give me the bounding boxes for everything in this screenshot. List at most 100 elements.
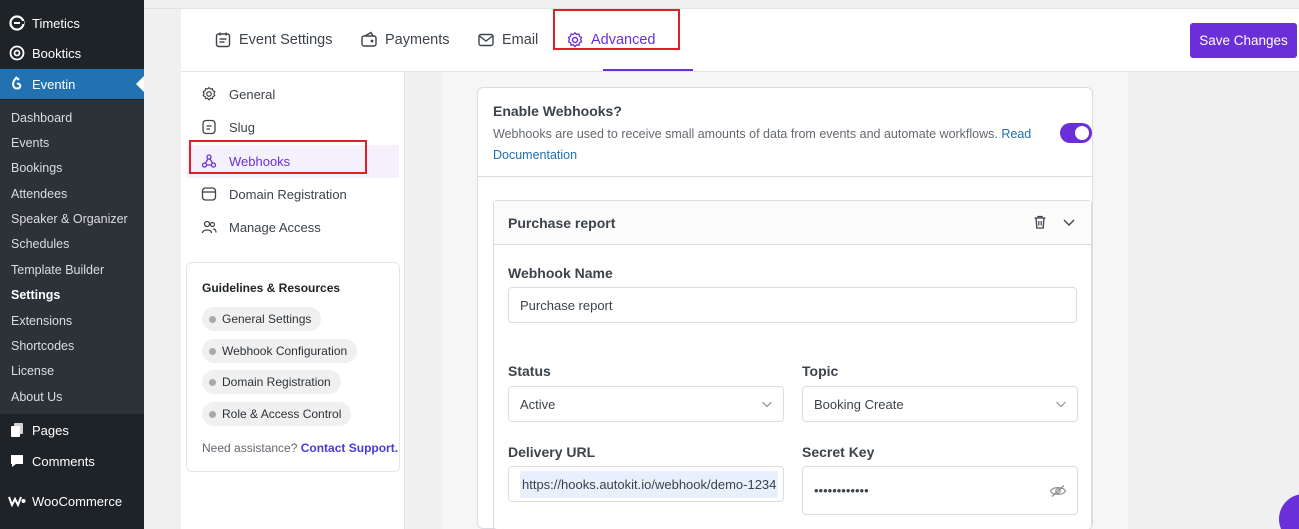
delivery-url-value: https://hooks.autokit.io/webhook/demo-12…: [520, 470, 779, 498]
webhooks-nav-highlight: [189, 140, 367, 174]
chevron-down-icon: [1055, 398, 1067, 410]
submenu-speaker-organizer[interactable]: Speaker & Organizer: [11, 212, 128, 226]
nav-label: Domain Registration: [229, 186, 347, 202]
menu-label: Booktics: [32, 45, 82, 61]
topic-select[interactable]: Booking Create: [802, 386, 1078, 422]
submenu-settings[interactable]: Settings: [11, 288, 60, 302]
tab-email[interactable]: Email: [477, 9, 538, 71]
guidelines-box: Guidelines & Resources General Settings …: [186, 262, 400, 472]
guidelines-title: Guidelines & Resources: [202, 281, 341, 295]
settings-sub-nav: General Slug Webhooks Domain Registratio…: [181, 72, 405, 529]
guide-chip-role-access[interactable]: Role & Access Control: [202, 402, 352, 426]
gear-icon: [201, 86, 217, 102]
webhook-item-header[interactable]: Purchase report: [494, 201, 1091, 245]
enable-webhooks-title: Enable Webhooks?: [493, 103, 622, 119]
submenu-about-us[interactable]: About Us: [11, 390, 62, 404]
eye-off-icon[interactable]: [1049, 484, 1067, 498]
delivery-url-input[interactable]: https://hooks.autokit.io/webhook/demo-12…: [508, 466, 784, 502]
woocommerce-icon: [8, 492, 26, 510]
advanced-tab-highlight: [553, 9, 680, 50]
webhook-item-card: Purchase report Webhook Name Purchase re…: [493, 200, 1092, 529]
comments-icon: [8, 452, 26, 470]
need-assistance: Need assistance? Contact Support.: [202, 441, 398, 455]
status-label: Status: [508, 363, 551, 379]
tab-event-settings[interactable]: Event Settings: [214, 9, 333, 71]
card-divider: [478, 176, 1092, 177]
submenu-shortcodes[interactable]: Shortcodes: [11, 339, 74, 353]
menu-pages[interactable]: Pages: [0, 415, 144, 445]
topic-value: Booking Create: [814, 396, 904, 412]
active-tab-indicator: [603, 69, 693, 71]
submenu-bookings[interactable]: Bookings: [11, 161, 62, 175]
timetics-icon: [8, 14, 26, 32]
status-select[interactable]: Active: [508, 386, 784, 422]
webhook-name-input[interactable]: Purchase report: [508, 287, 1077, 323]
secret-key-label: Secret Key: [802, 444, 875, 460]
enable-webhooks-toggle[interactable]: [1060, 123, 1092, 143]
status-value: Active: [520, 396, 556, 412]
menu-label: Timetics: [32, 15, 80, 31]
nav-label: General: [229, 86, 276, 102]
tab-label: Event Settings: [239, 32, 333, 48]
nav-general[interactable]: General: [201, 83, 275, 105]
contact-support-link[interactable]: Contact Support.: [301, 441, 398, 455]
webhook-name-label: Webhook Name: [508, 265, 613, 281]
chevron-down-icon[interactable]: [1061, 214, 1077, 230]
main-area: Event Settings Payments Email Advanced S…: [144, 0, 1299, 529]
slug-icon: [201, 119, 217, 135]
menu-label: Eventin: [32, 76, 76, 92]
submenu-schedules[interactable]: Schedules: [11, 237, 69, 251]
topic-label: Topic: [802, 363, 839, 379]
webhooks-content: Enable Webhooks? Webhooks are used to re…: [442, 72, 1128, 529]
eventin-submenu: Dashboard Events Bookings Attendees Spea…: [0, 100, 144, 414]
eventin-icon: [8, 75, 26, 93]
payments-icon: [360, 31, 378, 49]
nav-slug[interactable]: Slug: [201, 116, 255, 138]
submenu-template-builder[interactable]: Template Builder: [11, 263, 104, 277]
submenu-extensions[interactable]: Extensions: [11, 314, 72, 328]
guide-chip-general-settings[interactable]: General Settings: [202, 307, 322, 331]
delivery-url-label: Delivery URL: [508, 444, 596, 460]
menu-timetics[interactable]: Timetics: [0, 8, 144, 38]
guide-chip-webhook-configuration[interactable]: Webhook Configuration: [202, 339, 358, 363]
email-icon: [477, 31, 495, 49]
tab-label: Email: [502, 32, 539, 48]
help-text: Need assistance?: [202, 441, 298, 455]
tab-payments[interactable]: Payments: [360, 9, 449, 71]
menu-label: WooCommerce: [32, 493, 123, 509]
menu-woocommerce[interactable]: WooCommerce: [0, 486, 144, 516]
save-changes-button[interactable]: Save Changes: [1190, 23, 1297, 58]
submenu-license[interactable]: License: [11, 364, 54, 378]
nav-label: Manage Access: [229, 219, 321, 235]
menu-eventin[interactable]: Eventin: [0, 69, 144, 99]
nav-label: Slug: [229, 119, 256, 135]
menu-booktics[interactable]: Booktics: [0, 38, 144, 68]
users-icon: [201, 219, 217, 235]
domain-icon: [201, 186, 217, 202]
description-text: Webhooks are used to receive small amoun…: [493, 127, 998, 141]
menu-next-item[interactable]: [0, 515, 144, 529]
tab-label: Payments: [385, 32, 450, 48]
enable-webhooks-description: Webhooks are used to receive small amoun…: [493, 124, 1038, 166]
menu-label: Pages: [32, 422, 69, 438]
submenu-attendees[interactable]: Attendees: [11, 187, 67, 201]
settings-tab-bar: Event Settings Payments Email Advanced: [181, 9, 1299, 72]
guide-chip-domain-registration[interactable]: Domain Registration: [202, 370, 341, 394]
webhook-name-value: Purchase report: [520, 297, 613, 313]
webhooks-card: Enable Webhooks? Webhooks are used to re…: [477, 87, 1093, 529]
pages-icon: [8, 421, 26, 439]
booktics-icon: [8, 44, 26, 62]
nav-domain-registration[interactable]: Domain Registration: [201, 183, 347, 205]
webhook-item-title: Purchase report: [508, 215, 616, 231]
nav-manage-access[interactable]: Manage Access: [201, 216, 321, 238]
submenu-events[interactable]: Events: [11, 136, 49, 150]
menu-comments[interactable]: Comments: [0, 446, 144, 476]
chevron-down-icon: [761, 398, 773, 410]
wp-admin-sidebar: Timetics Booktics Eventin Dashboard Even…: [0, 0, 144, 529]
submenu-dashboard[interactable]: Dashboard: [11, 111, 72, 125]
secret-key-input[interactable]: ••••••••••••: [802, 466, 1078, 515]
secret-key-value: ••••••••••••: [814, 483, 869, 498]
event-settings-icon: [214, 31, 232, 49]
trash-icon[interactable]: [1032, 214, 1048, 230]
menu-label: Comments: [32, 453, 95, 469]
